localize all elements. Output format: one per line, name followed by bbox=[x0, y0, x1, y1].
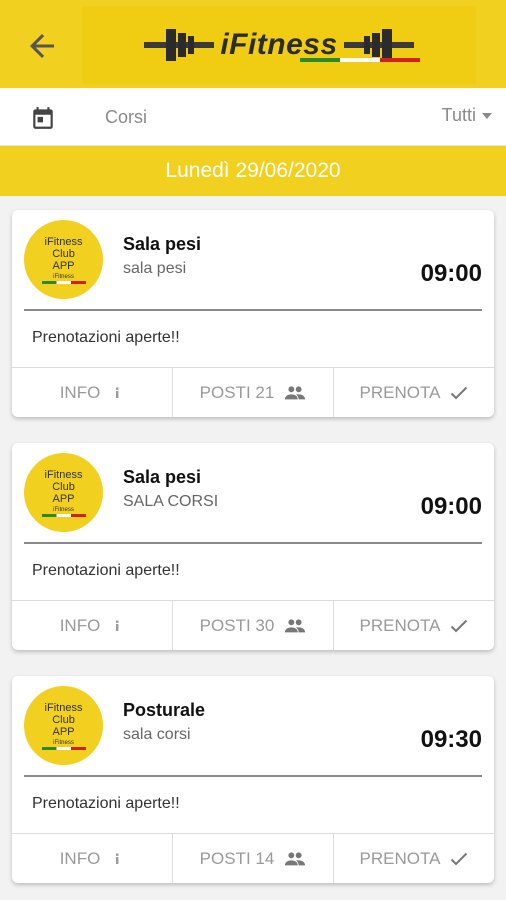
course-room: sala pesi bbox=[123, 260, 187, 277]
info-button[interactable]: INFO bbox=[12, 368, 172, 417]
avatar-flag-stripe bbox=[41, 513, 86, 517]
course-actions: INFO POSTI 30 PRENOTA bbox=[12, 600, 494, 650]
course-card: iFitness Club APP iFitness Posturale sal… bbox=[12, 676, 494, 883]
avatar-subtext: iFitness bbox=[53, 273, 74, 280]
avatar-text: Club bbox=[52, 713, 75, 726]
back-button[interactable] bbox=[18, 22, 66, 70]
club-logo-avatar: iFitness Club APP iFitness bbox=[24, 686, 103, 765]
course-time: 09:30 bbox=[420, 726, 482, 753]
divider bbox=[24, 309, 482, 311]
info-button-label: INFO bbox=[59, 382, 101, 402]
check-icon bbox=[451, 386, 468, 399]
course-title: Posturale bbox=[123, 700, 206, 720]
avatar-flag-stripe bbox=[41, 280, 86, 284]
logo-flag-stripe bbox=[300, 58, 420, 62]
info-button[interactable]: INFO bbox=[12, 601, 172, 650]
course-status-note: Prenotazioni aperte!! bbox=[32, 562, 180, 579]
avatar-text: APP bbox=[52, 259, 75, 272]
avatar-flag-stripe bbox=[41, 746, 86, 750]
book-button-label: PRENOTA bbox=[359, 382, 441, 402]
avatar-text: Club bbox=[52, 480, 75, 493]
avatar-text: iFitness bbox=[44, 701, 83, 714]
course-title: Sala pesi bbox=[123, 467, 202, 487]
arrow-back-icon bbox=[30, 34, 54, 58]
course-actions: INFO POSTI 21 PRENOTA bbox=[12, 367, 494, 417]
avatar-text: APP bbox=[52, 725, 75, 738]
avatar-subtext: iFitness bbox=[53, 739, 74, 746]
book-button[interactable]: PRENOTA bbox=[333, 834, 494, 883]
club-logo-avatar: iFitness Club APP iFitness bbox=[24, 220, 103, 299]
people-icon bbox=[285, 385, 306, 399]
available-seats-button[interactable]: POSTI 30 bbox=[172, 601, 333, 650]
course-status-note: Prenotazioni aperte!! bbox=[32, 795, 180, 812]
course-filter-dropdown[interactable]: Tutti bbox=[442, 105, 492, 126]
divider bbox=[24, 542, 482, 544]
filter-selected-value: Tutti bbox=[441, 105, 476, 125]
course-room: SALA CORSI bbox=[123, 493, 219, 510]
avatar-text: iFitness bbox=[44, 235, 83, 248]
seats-label: POSTI 14 bbox=[199, 848, 275, 868]
info-icon bbox=[116, 387, 119, 398]
seats-label: POSTI 21 bbox=[199, 382, 275, 402]
filter-bar: Corsi Tutti bbox=[0, 88, 506, 146]
avatar-text: APP bbox=[52, 492, 75, 505]
course-actions: INFO POSTI 14 PRENOTA bbox=[12, 833, 494, 883]
info-icon bbox=[116, 853, 119, 864]
date-header: Lunedì 29/06/2020 bbox=[0, 146, 506, 196]
avatar-text: iFitness bbox=[44, 468, 83, 481]
app-logo: iFitness bbox=[82, 6, 476, 84]
info-button-label: INFO bbox=[59, 848, 101, 868]
available-seats-button[interactable]: POSTI 21 bbox=[172, 368, 333, 417]
check-icon bbox=[451, 619, 468, 632]
course-time: 09:00 bbox=[420, 493, 482, 520]
book-button[interactable]: PRENOTA bbox=[333, 601, 494, 650]
divider bbox=[24, 775, 482, 777]
seats-label: POSTI 30 bbox=[199, 615, 275, 635]
course-title: Sala pesi bbox=[123, 234, 202, 254]
available-seats-button[interactable]: POSTI 14 bbox=[172, 834, 333, 883]
course-status-note: Prenotazioni aperte!! bbox=[32, 329, 180, 346]
book-button[interactable]: PRENOTA bbox=[333, 368, 494, 417]
date-label: Lunedì 29/06/2020 bbox=[165, 159, 341, 182]
book-button-label: PRENOTA bbox=[359, 615, 441, 635]
avatar-text: Club bbox=[52, 247, 75, 260]
course-room: sala corsi bbox=[123, 726, 191, 743]
chevron-down-icon bbox=[482, 112, 492, 119]
check-icon bbox=[451, 852, 468, 865]
people-icon bbox=[285, 851, 306, 865]
logo-text: iFitness bbox=[220, 28, 338, 61]
info-button-label: INFO bbox=[59, 615, 101, 635]
course-card: iFitness Club APP iFitness Sala pesi sal… bbox=[12, 210, 494, 417]
people-icon bbox=[285, 618, 306, 632]
info-button[interactable]: INFO bbox=[12, 834, 172, 883]
calendar-icon[interactable] bbox=[30, 105, 56, 131]
avatar-subtext: iFitness bbox=[53, 506, 74, 513]
book-button-label: PRENOTA bbox=[359, 848, 441, 868]
course-card: iFitness Club APP iFitness Sala pesi SAL… bbox=[12, 443, 494, 650]
course-time: 09:00 bbox=[420, 260, 482, 287]
info-icon bbox=[116, 620, 119, 631]
filter-label: Corsi bbox=[105, 107, 148, 127]
barbell-left-icon bbox=[144, 29, 215, 61]
app-bar: iFitness bbox=[0, 0, 506, 88]
club-logo-avatar: iFitness Club APP iFitness bbox=[24, 453, 103, 532]
